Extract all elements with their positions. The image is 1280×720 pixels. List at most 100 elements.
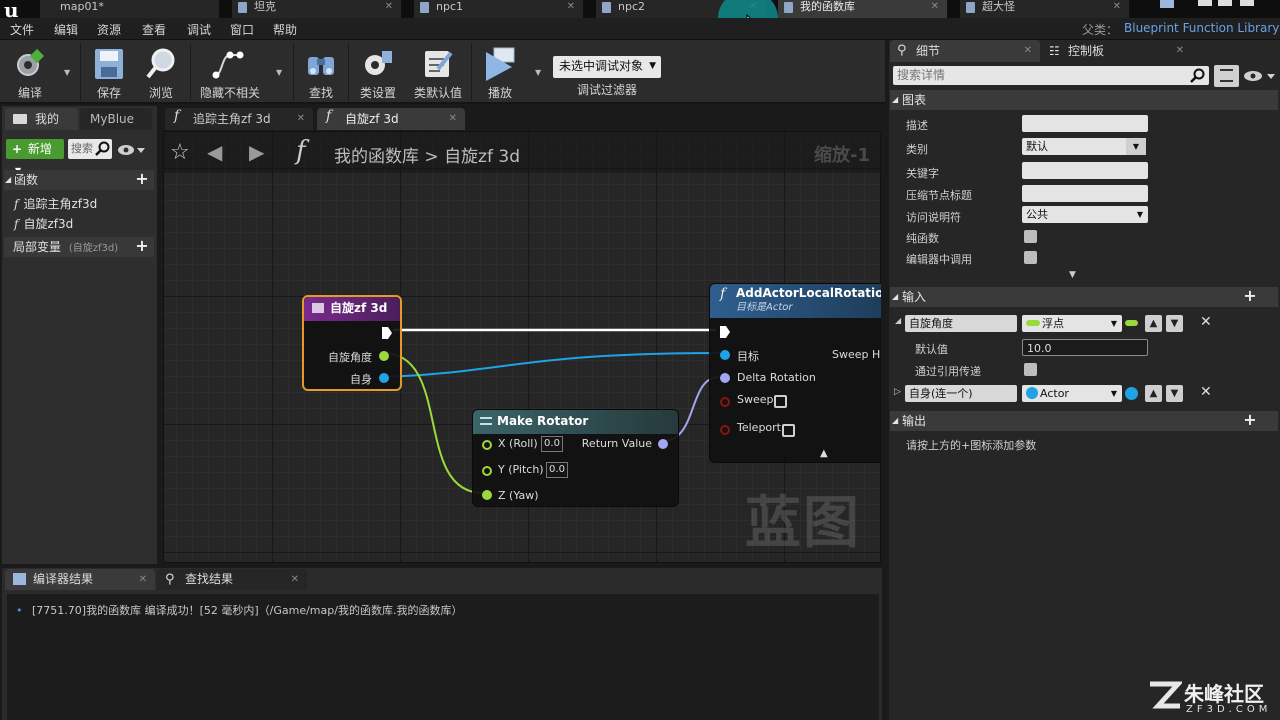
move-up-arrow-icon[interactable]: ▲ <box>1145 385 1162 402</box>
tab-tank[interactable]: 坦克 ✕ <box>232 0 402 18</box>
menu-debug[interactable]: 调试 <box>187 21 211 38</box>
input-name-field[interactable]: 自身(连一个) <box>905 385 1017 402</box>
play-options-arrow[interactable]: ▼ <box>535 68 541 77</box>
default-value-input[interactable]: 10.0 <box>1022 339 1148 356</box>
expand-arrow-icon[interactable]: ▷ <box>894 387 901 397</box>
menu-window[interactable]: 窗口 <box>230 21 254 38</box>
function-entry-node[interactable]: 自旋zf 3d 自旋角度 自身 <box>302 295 402 391</box>
delete-input-icon[interactable]: ✕ <box>1200 314 1212 330</box>
delete-input-icon[interactable]: ✕ <box>1200 384 1212 400</box>
tab-palette[interactable]: ☷ 控制板 ✕ <box>1042 40 1192 62</box>
details-search-input[interactable]: 搜索详情 <box>893 66 1209 85</box>
float-in-pin[interactable] <box>482 466 492 476</box>
menu-edit[interactable]: 编辑 <box>54 21 78 38</box>
close-icon[interactable]: ✕ <box>1024 40 1032 62</box>
save-button[interactable]: 保存 <box>81 44 137 100</box>
outputs-section-header[interactable]: ◢ 输出 <box>890 411 1278 431</box>
tab-my-blueprint[interactable]: 我的 <box>5 108 78 130</box>
hide-unrelated-options-arrow[interactable]: ▼ <box>276 68 282 77</box>
roll-value-input[interactable]: 0.0 <box>541 436 563 452</box>
add-actor-local-rotation-node[interactable]: f AddActorLocalRotation 目标是Actor 目标 Swee… <box>709 283 899 463</box>
close-icon[interactable]: ✕ <box>1176 40 1184 62</box>
add-local-var-icon[interactable]: + <box>134 238 150 255</box>
close-icon[interactable]: ✕ <box>931 0 939 14</box>
single-var-icon[interactable] <box>1125 320 1138 326</box>
description-input[interactable] <box>1022 115 1148 132</box>
functions-section-header[interactable]: ◢ 函数 <box>4 170 154 190</box>
close-icon[interactable]: ✕ <box>449 108 457 130</box>
play-button[interactable]: 播放 <box>472 44 528 100</box>
call-in-editor-checkbox[interactable] <box>1024 251 1037 264</box>
float-in-pin[interactable] <box>482 440 492 450</box>
pitch-value-input[interactable]: 0.0 <box>546 462 568 478</box>
parent-class-link[interactable]: Blueprint Function Library <box>1124 21 1279 35</box>
add-input-icon[interactable]: + <box>1242 288 1258 305</box>
close-icon[interactable]: ✕ <box>139 569 147 590</box>
category-select[interactable]: 默认 ▼ <box>1022 138 1146 155</box>
access-specifier-select[interactable]: 公共 ▼ <box>1022 206 1148 223</box>
add-new-button[interactable]: + 新增 ▼ <box>6 139 64 175</box>
eye-view-options-icon[interactable] <box>117 143 147 157</box>
tab-map01[interactable]: map01* <box>40 0 220 18</box>
tab-npc1[interactable]: npc1 ✕ <box>414 0 584 18</box>
close-icon[interactable]: ✕ <box>297 108 305 130</box>
graph-tab-track-player[interactable]: f 追踪主角zf 3d ✕ <box>165 108 313 130</box>
input-type-select[interactable]: Actor ▼ <box>1022 385 1122 402</box>
eye-view-options-icon[interactable] <box>1243 69 1277 83</box>
tab-find-results[interactable]: ⚲ 查找结果 ✕ <box>157 569 307 590</box>
compact-title-input[interactable] <box>1022 185 1148 202</box>
add-function-icon[interactable]: + <box>134 171 150 188</box>
keywords-input[interactable] <box>1022 162 1148 179</box>
class-settings-button[interactable]: 类设置 <box>350 44 406 100</box>
object-in-pin[interactable] <box>720 350 730 360</box>
left-search-input[interactable]: 搜索 <box>68 139 112 159</box>
tab-giant-monster[interactable]: 超大怪 ✕ <box>960 0 1130 18</box>
menu-view[interactable]: 查看 <box>142 21 166 38</box>
unreal-logo-icon[interactable]: u <box>4 0 26 22</box>
hide-unrelated-button[interactable]: 隐藏不相关 <box>200 44 260 100</box>
exec-in-pin[interactable] <box>719 325 731 339</box>
local-vars-section-header[interactable]: 局部变量 (自旋zf3d) <box>4 237 154 257</box>
close-icon[interactable]: ✕ <box>1113 0 1121 14</box>
close-icon[interactable]: ✕ <box>567 0 575 14</box>
pure-checkbox[interactable] <box>1024 230 1037 243</box>
debug-object-select[interactable]: 未选中调试对象 ▼ <box>553 56 661 78</box>
bool-in-pin[interactable] <box>720 425 730 435</box>
exec-out-pin[interactable] <box>381 326 393 340</box>
move-down-arrow-icon[interactable]: ▼ <box>1166 385 1183 402</box>
compile-button[interactable]: 编译 <box>2 44 58 100</box>
expand-advanced-arrow-icon[interactable]: ▼ <box>1069 270 1076 280</box>
move-down-arrow-icon[interactable]: ▼ <box>1166 315 1183 332</box>
teleport-checkbox[interactable] <box>782 424 795 437</box>
function-item[interactable]: f 自旋zf3d <box>14 215 73 232</box>
function-item[interactable]: f 追踪主角zf3d <box>14 195 97 212</box>
graph-tab-spin[interactable]: f 自旋zf 3d ✕ <box>317 108 465 130</box>
menu-file[interactable]: 文件 <box>10 21 34 38</box>
browse-button[interactable]: 浏览 <box>133 44 189 100</box>
float-in-pin-connected[interactable] <box>482 490 492 500</box>
move-up-arrow-icon[interactable]: ▲ <box>1145 315 1162 332</box>
rotator-in-pin[interactable] <box>720 373 730 383</box>
menu-help[interactable]: 帮助 <box>273 21 297 38</box>
graph-section-header[interactable]: ◢ 图表 <box>890 90 1278 110</box>
tab-myblue[interactable]: MyBlue <box>80 108 152 130</box>
tab-my-function-library[interactable]: 我的函数库 ✕ <box>778 0 948 18</box>
inputs-section-header[interactable]: ◢ 输入 <box>890 287 1278 307</box>
maximize-icon[interactable] <box>1218 0 1232 6</box>
window-close-icon[interactable] <box>1240 0 1254 6</box>
log-entry[interactable]: • [7751.70]我的函数库 编译成功！[52 毫秒内]（/Game/map… <box>16 602 462 618</box>
class-defaults-button[interactable]: 类默认值 <box>410 44 466 100</box>
object-out-pin[interactable] <box>379 373 389 383</box>
input-type-select[interactable]: 浮点 ▼ <box>1022 315 1122 332</box>
close-icon[interactable]: ✕ <box>291 569 299 590</box>
compile-options-arrow[interactable]: ▼ <box>64 68 70 77</box>
minimize-icon[interactable] <box>1198 0 1212 6</box>
sweep-checkbox[interactable] <box>774 395 787 408</box>
notification-icon[interactable] <box>1160 0 1174 8</box>
input-name-field[interactable]: 自旋角度 <box>905 315 1017 332</box>
menu-asset[interactable]: 资源 <box>97 21 121 38</box>
property-matrix-button[interactable] <box>1214 65 1239 87</box>
single-var-icon[interactable] <box>1125 387 1138 400</box>
collapse-advanced-arrow-icon[interactable]: ▲ <box>820 448 828 459</box>
pass-by-ref-checkbox[interactable] <box>1024 363 1037 376</box>
